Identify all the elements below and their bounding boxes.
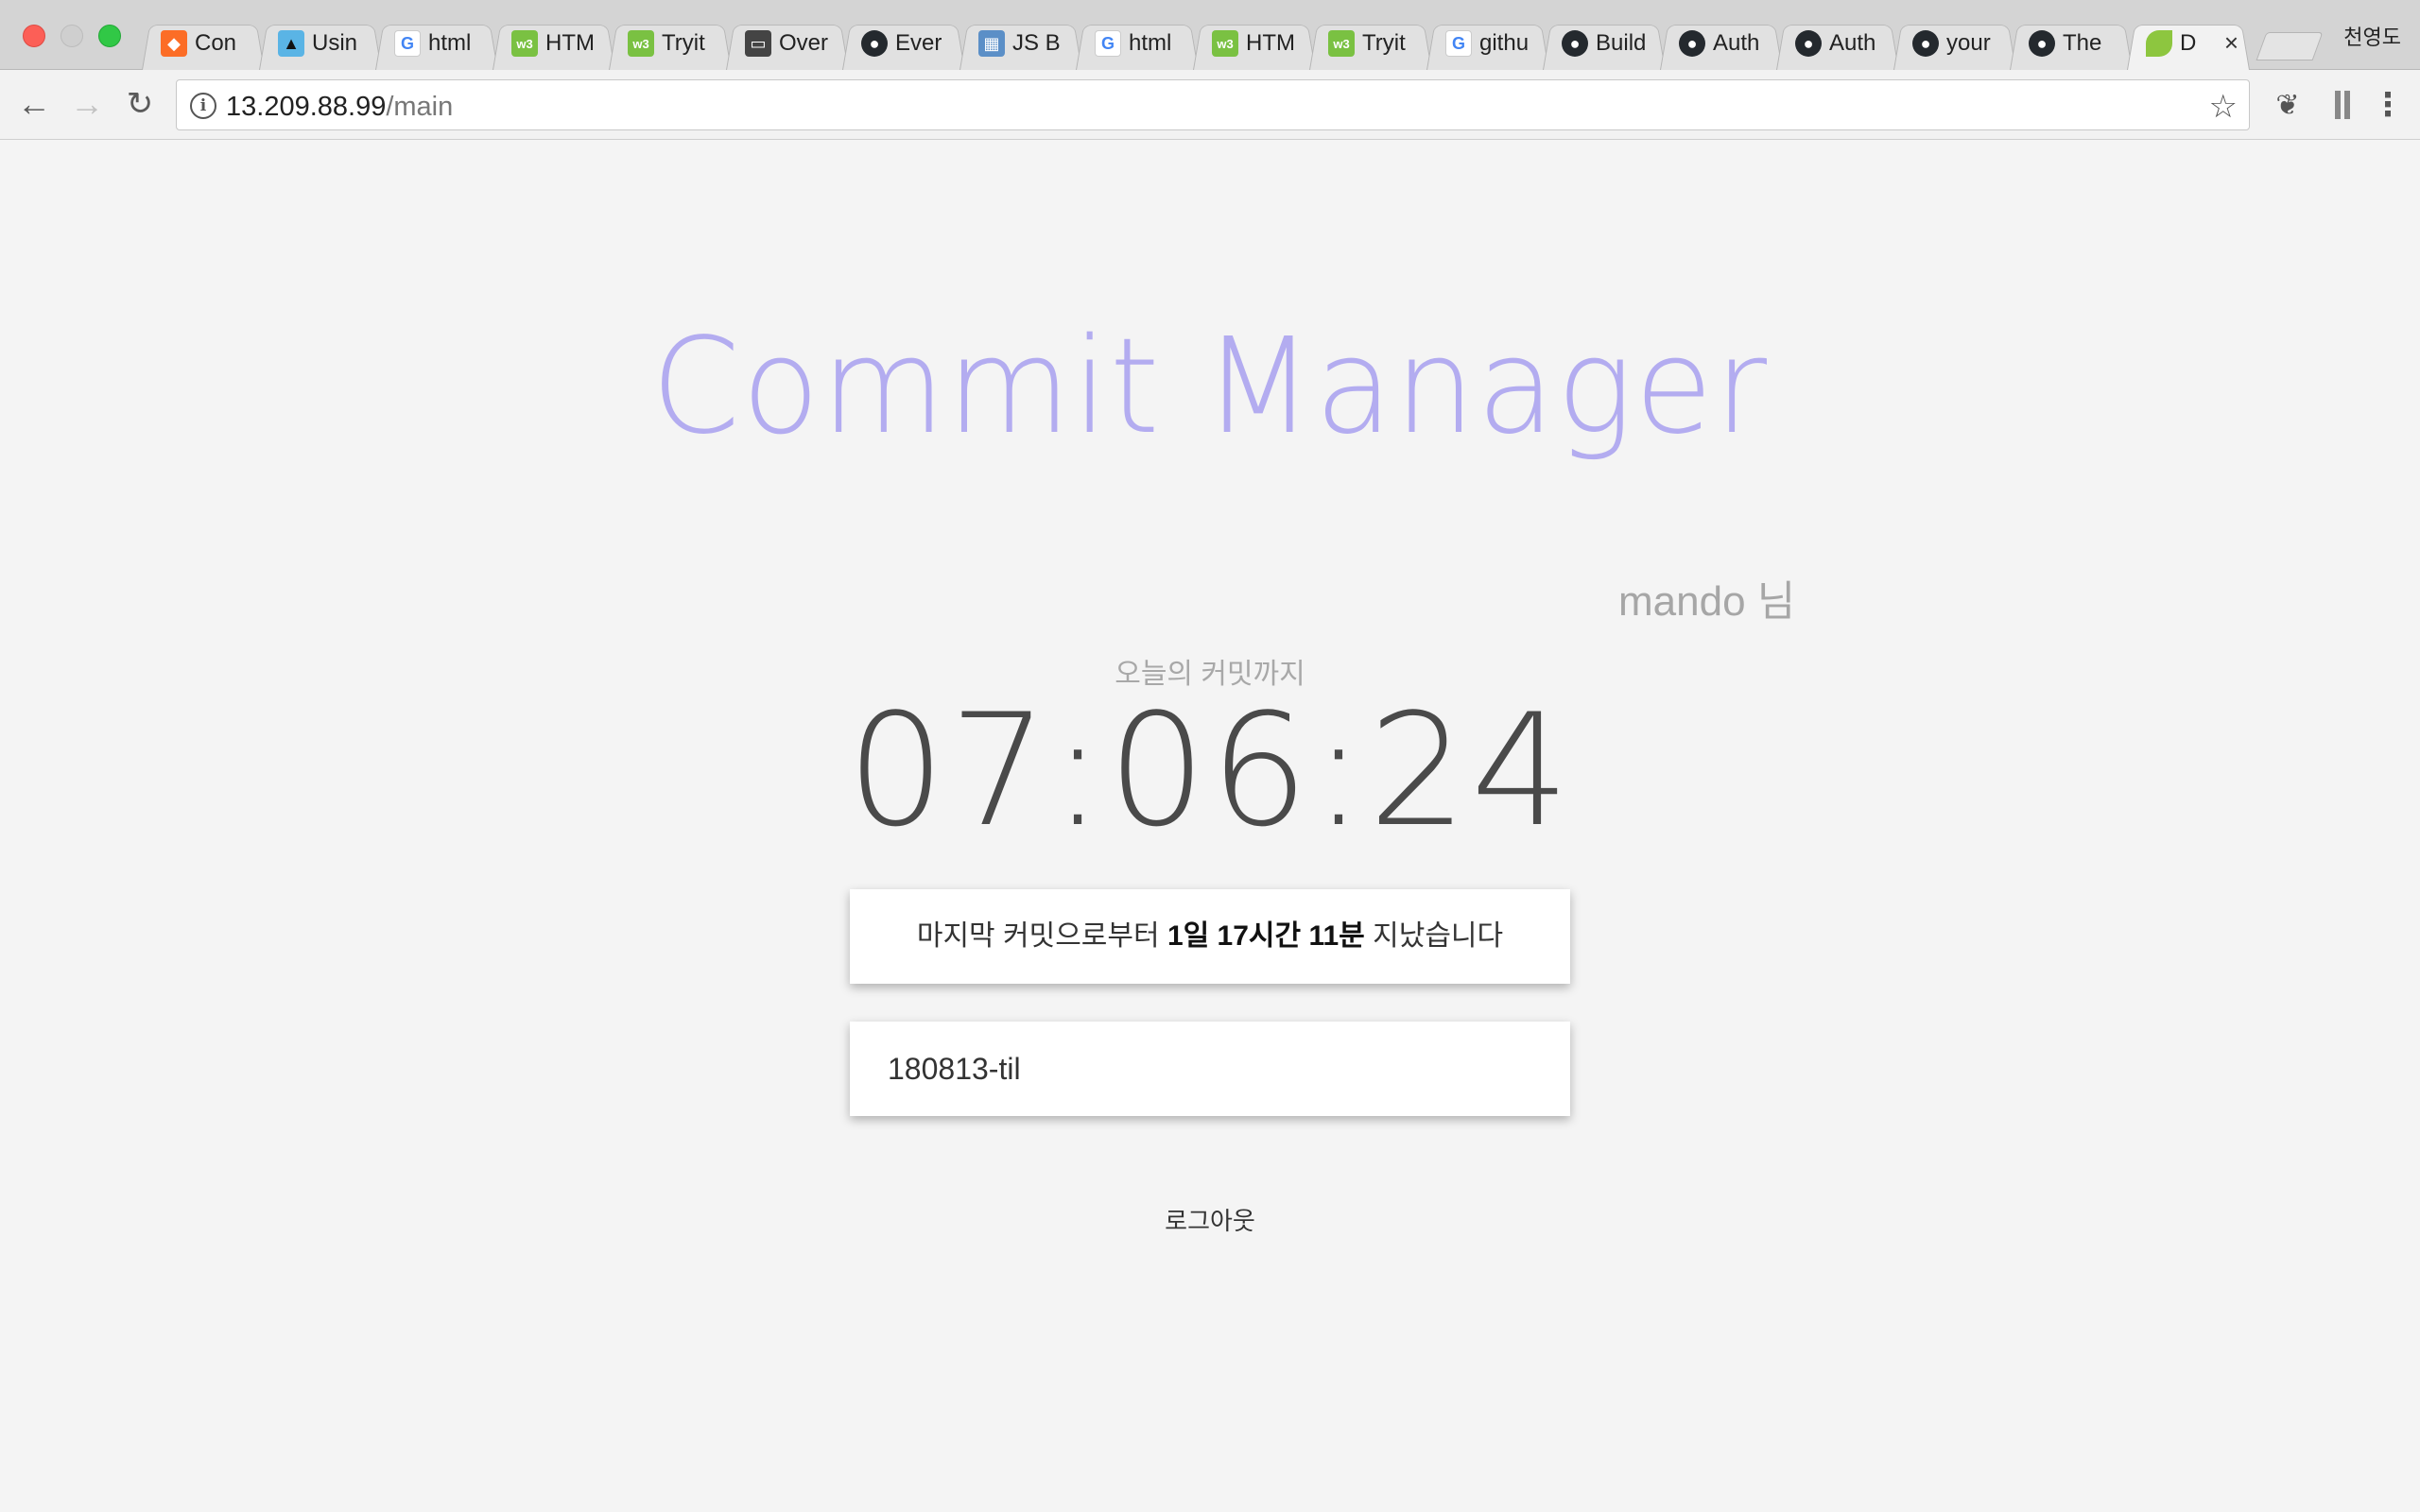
new-tab-button[interactable]	[2256, 32, 2324, 60]
browser-tab[interactable]: ● Auth	[1660, 17, 1783, 70]
browser-tab[interactable]: Ghtml	[1076, 17, 1199, 70]
browser-tab[interactable]: ▲ Usin	[259, 17, 382, 70]
browser-tab[interactable]: ● The	[2010, 17, 2133, 70]
repo-input-card	[850, 1022, 1570, 1116]
tab-label: html	[1129, 30, 1172, 56]
browser-tab[interactable]: Ggithu	[1426, 17, 1549, 70]
profile-name[interactable]: 천영도	[2343, 21, 2401, 51]
tab-label: Auth	[1829, 30, 1876, 56]
countdown-timer: 07:06:24	[846, 680, 1574, 861]
browser-tab[interactable]: ● Auth	[1776, 17, 1899, 70]
back-button[interactable]: ←	[15, 84, 53, 123]
last-commit-card: 마지막 커밋으로부터 1일 17시간 11분 지났습니다	[850, 889, 1570, 984]
bookmark-star-icon[interactable]: ☆	[2209, 88, 2238, 126]
browser-tab[interactable]: w3 HTM	[1193, 17, 1316, 70]
last-commit-elapsed: 1일 17시간 11분	[1167, 920, 1365, 952]
tabs-container: ◆ Con ▲ Usin Ghtml w3 HTM w3 Tryit ▭ Over ● Ever ▦ JS …	[142, 17, 2259, 70]
w3schools-icon: w3	[628, 30, 654, 57]
tab-label: Tryit	[1362, 30, 1406, 56]
browser-tab[interactable]: ● Build	[1543, 17, 1666, 70]
minimize-window-button[interactable]	[60, 25, 83, 47]
browser-tab[interactable]: ● your	[1893, 17, 2016, 70]
site-info-icon[interactable]: i	[190, 93, 216, 119]
js-icon: ▦	[978, 30, 1005, 57]
browser-tab[interactable]: ▭ Over	[726, 17, 849, 70]
tab-label: JS B	[1012, 30, 1061, 56]
tab-label: HTM	[545, 30, 595, 56]
last-commit-prefix: 마지막 커밋으로부터	[916, 920, 1167, 952]
tab-label: your	[1946, 30, 1991, 56]
leaf-icon	[2146, 30, 2172, 57]
address-bar[interactable]: i 13.209.88.99/main ☆	[176, 79, 2250, 130]
tab-label: Ever	[895, 30, 942, 56]
close-tab-icon[interactable]: ×	[2224, 28, 2238, 58]
forward-button[interactable]: →	[68, 84, 106, 123]
w3schools-icon: w3	[511, 30, 538, 57]
tab-label: githu	[1479, 30, 1529, 56]
browser-menu-icon[interactable]: ⋮	[2371, 87, 2405, 123]
arrow-right-icon: →	[70, 84, 104, 123]
browser-tab[interactable]: ◆ Con	[142, 17, 265, 70]
browser-tab[interactable]: Ghtml	[375, 17, 498, 70]
tab-label: HTM	[1246, 30, 1295, 56]
browser-toolbar: ← → ↻ i 13.209.88.99/main ☆ ❦ ⋮	[0, 70, 2420, 140]
logout-row: 로그아웃	[0, 1202, 2420, 1237]
browser-tab[interactable]: ▦ JS B	[959, 17, 1082, 70]
google-icon: G	[1095, 30, 1121, 57]
github-icon: ●	[2029, 30, 2055, 57]
arrow-left-icon: ←	[17, 84, 51, 123]
google-icon: G	[394, 30, 421, 57]
username-label: mando 님	[1618, 578, 1796, 625]
repository-input[interactable]	[850, 1022, 1570, 1116]
last-commit-suffix: 지났습니다	[1364, 920, 1504, 952]
bird-icon: ▲	[278, 30, 304, 57]
browser-tab[interactable]: ● Ever	[842, 17, 965, 70]
tab-label: html	[428, 30, 472, 56]
reload-icon: ↻	[126, 86, 154, 122]
url-path: /main	[386, 92, 454, 122]
tab-label: D	[2180, 30, 2197, 56]
url-text[interactable]: 13.209.88.99/main	[226, 92, 453, 123]
maximize-window-button[interactable]	[98, 25, 121, 47]
tab-label: Usin	[312, 30, 358, 56]
tab-label: Over	[779, 30, 828, 56]
url-host: 13.209.88.99	[226, 92, 387, 122]
w3schools-icon: w3	[1328, 30, 1355, 57]
browser-tab[interactable]: D ×	[2127, 17, 2250, 70]
tab-strip: ◆ Con ▲ Usin Ghtml w3 HTM w3 Tryit ▭ Over ● Ever ▦ JS …	[0, 0, 2420, 70]
tab-label: Tryit	[662, 30, 705, 56]
tab-label: Auth	[1713, 30, 1760, 56]
github-icon: ●	[861, 30, 888, 57]
github-icon: ●	[1562, 30, 1588, 57]
browser-tab[interactable]: w3 Tryit	[1309, 17, 1432, 70]
github-icon: ●	[1912, 30, 1939, 57]
w3schools-icon: w3	[1212, 30, 1238, 57]
tab-label: Build	[1596, 30, 1645, 56]
github-icon: ●	[1795, 30, 1822, 57]
page-title: Commit Manager	[650, 310, 1769, 464]
close-window-button[interactable]	[23, 25, 45, 47]
google-icon: G	[1445, 30, 1472, 57]
browser-tab[interactable]: w3 HTM	[493, 17, 615, 70]
evernote-extension-icon[interactable]: ❦	[2271, 87, 2305, 123]
reload-button[interactable]: ↻	[121, 85, 159, 123]
github-icon: ●	[1679, 30, 1705, 57]
window-icon: ▭	[745, 30, 771, 57]
tab-label: The	[2063, 30, 2102, 56]
gitlab-icon: ◆	[161, 30, 187, 57]
last-commit-text: 마지막 커밋으로부터 1일 17시간 11분 지났습니다	[850, 889, 1570, 984]
browser-tab[interactable]: w3 Tryit	[609, 17, 732, 70]
browser-chrome: ◆ Con ▲ Usin Ghtml w3 HTM w3 Tryit ▭ Over ● Ever ▦ JS …	[0, 0, 2420, 140]
logout-link[interactable]: 로그아웃	[1165, 1207, 1255, 1235]
page-content: Commit Manager mando 님 오늘의 커밋까지 07:06:24…	[0, 140, 2420, 1512]
tab-label: Con	[195, 30, 237, 56]
extension-bars-icon[interactable]	[2325, 87, 2360, 123]
